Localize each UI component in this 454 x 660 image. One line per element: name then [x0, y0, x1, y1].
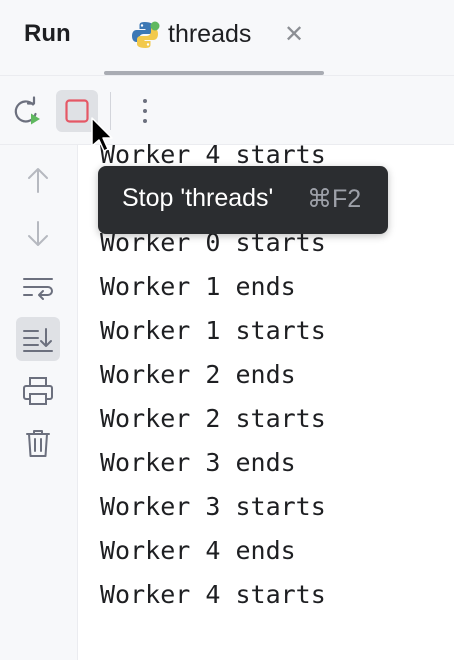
trash-icon [26, 430, 50, 457]
console-line: Worker 3 ends [100, 448, 296, 477]
console-line: Worker 1 ends [100, 272, 296, 301]
mouse-cursor-icon [90, 116, 114, 154]
soft-wrap-button[interactable] [16, 265, 60, 309]
tool-window-title: Run [24, 20, 71, 47]
tooltip-text: Stop 'threads' [122, 184, 274, 212]
console-line: Worker 1 starts [100, 316, 326, 345]
print-icon [23, 377, 53, 405]
tab-threads[interactable]: threads ✕ [104, 0, 324, 75]
close-icon[interactable]: ✕ [284, 22, 304, 48]
rerun-button[interactable] [6, 90, 48, 132]
next-occurrence-button[interactable] [16, 211, 60, 255]
more-options-button[interactable] [124, 90, 166, 132]
console-line: Worker 4 starts [100, 580, 326, 609]
previous-occurrence-button[interactable] [16, 159, 60, 203]
tool-window-header: Run threads ✕ [0, 0, 454, 75]
arrow-down-icon [28, 221, 48, 246]
console-line: Worker 3 starts [100, 492, 326, 521]
scroll-to-end-button[interactable] [16, 317, 60, 361]
console-line: Worker 2 ends [100, 360, 296, 389]
tab-label: threads [168, 20, 252, 48]
tooltip-shortcut: ⌘F2 [307, 185, 362, 213]
rerun-icon [14, 96, 40, 125]
print-button[interactable] [16, 369, 60, 413]
more-vertical-icon [143, 99, 147, 123]
clear-all-button[interactable] [16, 421, 60, 465]
scroll-to-end-icon [23, 328, 53, 352]
console-side-toolbar [0, 145, 78, 660]
soft-wrap-icon [23, 278, 53, 300]
console-line: Worker 4 ends [100, 536, 296, 565]
stop-tooltip: Stop 'threads' ⌘F2 [98, 166, 388, 234]
python-icon [130, 20, 160, 50]
arrow-up-icon [28, 168, 48, 193]
run-toolbar [0, 75, 454, 145]
console-line: Worker 2 starts [100, 404, 326, 433]
